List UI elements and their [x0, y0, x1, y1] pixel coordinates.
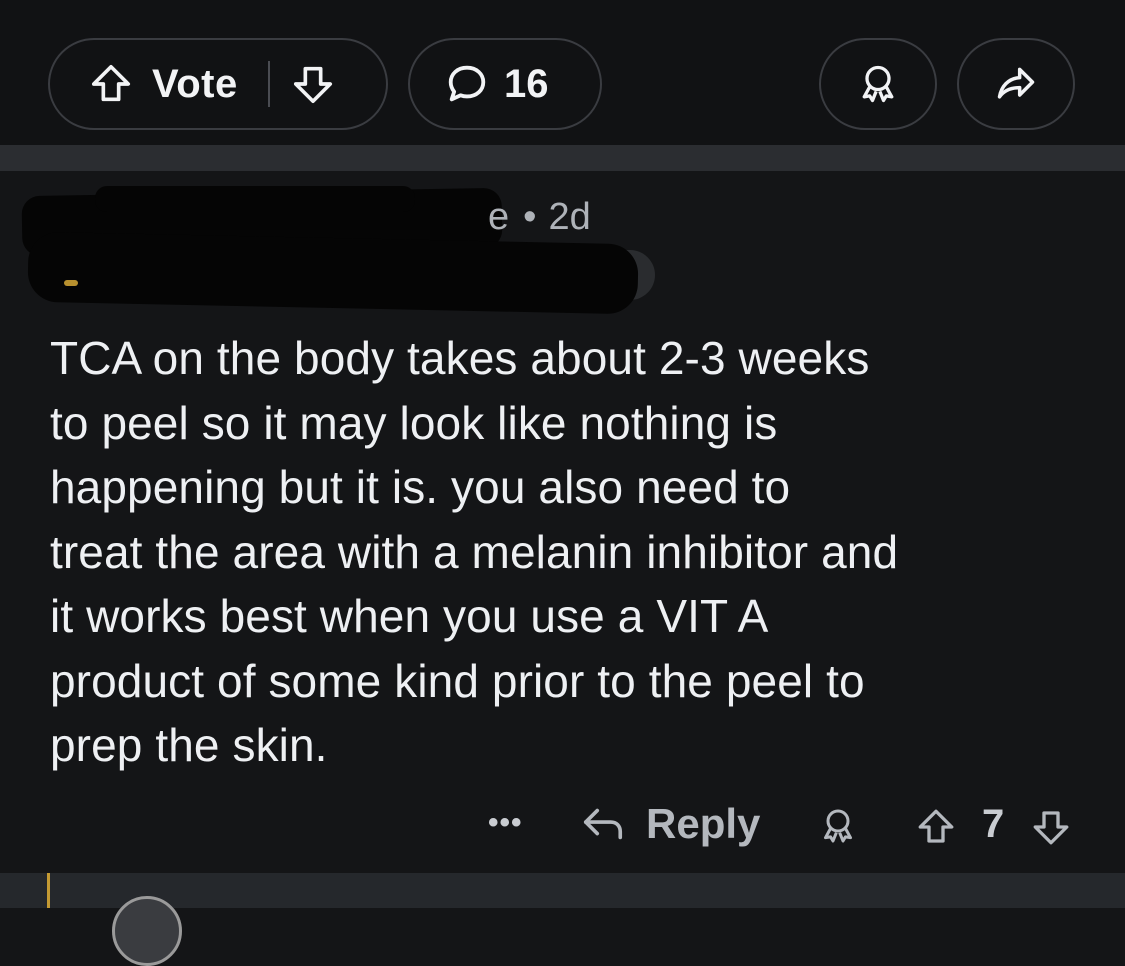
downvote-arrow-icon[interactable]	[290, 61, 336, 107]
flair-mark	[64, 280, 78, 286]
thread-line[interactable]	[47, 873, 50, 908]
more-options-button[interactable]: •••	[488, 806, 523, 840]
section-separator	[0, 145, 1125, 171]
comment-actions: ••• Reply 7	[0, 798, 1125, 858]
redacted-username-overlap	[95, 186, 415, 212]
award-icon[interactable]	[818, 806, 858, 846]
reply-arrow-icon	[580, 801, 626, 847]
comments-button[interactable]: 16	[408, 38, 602, 130]
reply-label: Reply	[646, 800, 761, 847]
author-name-tail[interactable]: e	[488, 196, 509, 239]
reply-button[interactable]: Reply	[580, 800, 760, 848]
vote-control: Vote	[48, 38, 388, 130]
meta-separator: •	[523, 196, 537, 238]
vote-label: Vote	[152, 61, 238, 106]
comment-age: 2d	[548, 196, 591, 238]
comment-count: 16	[504, 61, 549, 106]
share-arrow-icon	[994, 62, 1038, 106]
redacted-user-flair	[27, 231, 639, 315]
upvote-arrow-icon[interactable]	[915, 806, 957, 848]
share-button[interactable]	[957, 38, 1075, 130]
upvote-arrow-icon[interactable]	[88, 61, 134, 107]
vote-divider	[267, 61, 270, 107]
award-icon	[856, 62, 900, 106]
comment-score: 7	[982, 802, 1005, 846]
avatar[interactable]	[112, 896, 182, 966]
comment-body: TCA on the body takes about 2-3 weeks to…	[50, 332, 899, 771]
comment-meta: e • 2d	[488, 196, 591, 239]
comment-bubble-icon	[444, 61, 490, 107]
award-button[interactable]	[819, 38, 937, 130]
downvote-arrow-icon[interactable]	[1030, 806, 1072, 848]
